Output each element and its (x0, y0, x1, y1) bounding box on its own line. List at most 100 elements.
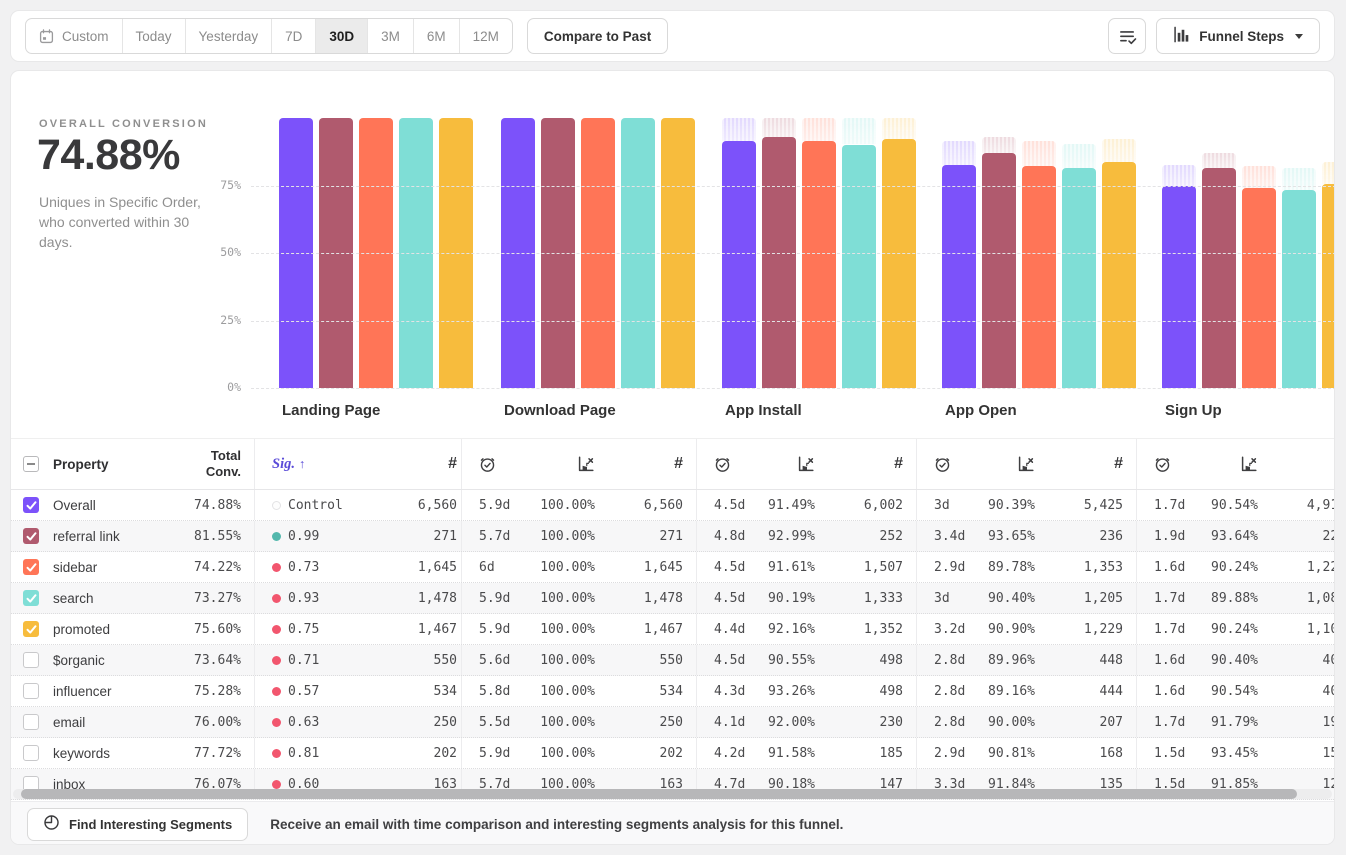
conversion-rate-value: 91.49% (766, 498, 815, 513)
conversion-chart-icon[interactable] (1240, 455, 1258, 473)
date-range-label: Yesterday (199, 29, 259, 44)
y-tick-label: 50% (181, 245, 241, 259)
converted-count-value: 448 (1051, 653, 1123, 668)
segment-checkbox[interactable] (23, 590, 39, 606)
property-name[interactable]: Overall (53, 498, 194, 513)
conversion-chart-icon[interactable] (1017, 455, 1035, 473)
funnel-chart: OVERALL CONVERSION 74.88% Uniques in Spe… (11, 71, 1335, 438)
gridline-75% (251, 186, 1335, 187)
step-3-cells: 4.5d91.49%6,002 (696, 490, 916, 520)
step-5-cells: 1.6d90.40%405 (1136, 645, 1335, 675)
avg-time-value: 5.9d (479, 622, 531, 637)
horizontal-scrollbar-thumb[interactable] (21, 789, 1297, 799)
date-range-today[interactable]: Today (123, 19, 186, 53)
property-name[interactable]: sidebar (53, 560, 194, 575)
property-name[interactable]: referral link (53, 529, 194, 544)
funnel-bar-promoted-step3[interactable] (882, 139, 916, 388)
clock-check-icon[interactable] (1154, 456, 1171, 473)
segment-checkbox[interactable] (23, 621, 39, 637)
count-column-header[interactable]: # (831, 455, 903, 473)
property-name[interactable]: search (53, 591, 194, 606)
clock-check-icon[interactable] (934, 456, 951, 473)
conversion-rate-value: 89.78% (986, 560, 1035, 575)
count-column-header[interactable]: # (1051, 455, 1123, 473)
avg-time-value: 3.2d (934, 622, 986, 637)
count-column-header[interactable]: # (1274, 455, 1335, 473)
avg-time-value: 2.8d (934, 715, 986, 730)
toolbar-right: Funnel Steps (1108, 18, 1320, 54)
funnel-bar-referral-link-step4[interactable] (982, 153, 1016, 388)
conversion-rate-value: 90.40% (1206, 653, 1258, 668)
funnel-bar-promoted-step4[interactable] (1102, 162, 1136, 388)
segment-checkbox[interactable] (23, 652, 39, 668)
property-name[interactable]: influencer (53, 684, 194, 699)
property-column-header[interactable]: Property (53, 457, 193, 472)
segment-checkbox[interactable] (23, 528, 39, 544)
conversion-rate-value: 90.19% (766, 591, 815, 606)
date-range-yesterday[interactable]: Yesterday (186, 19, 273, 53)
chart-type-dropdown[interactable]: Funnel Steps (1156, 18, 1320, 54)
total-conv-column-header[interactable]: Total Conv. (193, 448, 241, 481)
find-interesting-segments-button[interactable]: Find Interesting Segments (27, 808, 248, 841)
compare-to-past-button[interactable]: Compare to Past (527, 18, 668, 54)
funnel-bar-search-step4[interactable] (1062, 168, 1096, 388)
avg-time-value: 1.7d (1154, 498, 1206, 513)
funnel-bar-Overall-step5[interactable] (1162, 186, 1196, 388)
select-all-checkbox[interactable] (23, 456, 39, 472)
funnel-bar-sidebar-step4[interactable] (1022, 166, 1056, 388)
funnel-bar-cap (1322, 162, 1335, 184)
report-options-button[interactable] (1108, 18, 1146, 54)
segment-checkbox[interactable] (23, 683, 39, 699)
funnel-bar-search-step3[interactable] (842, 145, 876, 389)
date-range-7d[interactable]: 7D (272, 19, 316, 53)
avg-time-value: 4.2d (714, 746, 766, 761)
funnel-bar-search-step5[interactable] (1282, 190, 1316, 388)
date-range-6m[interactable]: 6M (414, 19, 460, 53)
date-range-picker: CustomToday Yesterday 7D30D3M6M12M (25, 18, 513, 54)
clock-check-icon[interactable] (479, 456, 496, 473)
date-range-12m[interactable]: 12M (460, 19, 512, 53)
segment-checkbox[interactable] (23, 559, 39, 575)
date-range-30d[interactable]: 30D (316, 19, 368, 53)
property-name[interactable]: $organic (53, 653, 194, 668)
property-name[interactable]: promoted (53, 622, 194, 637)
conversion-rate-value: 100.00% (531, 591, 595, 606)
funnel-bar-referral-link-step5[interactable] (1202, 168, 1236, 388)
count-column-header[interactable]: # (611, 455, 683, 473)
segment-checkbox[interactable] (23, 714, 39, 730)
avg-time-value: 2.8d (934, 684, 986, 699)
step-5-cells: 1.6d90.24%1,221 (1136, 552, 1335, 582)
conversion-rate-value: 100.00% (531, 684, 595, 699)
funnel-bar-Overall-step3[interactable] (722, 141, 756, 388)
funnel-bar-Overall-step4[interactable] (942, 165, 976, 388)
conversion-chart-icon[interactable] (577, 455, 595, 473)
funnel-bar-promoted-step5[interactable] (1322, 184, 1335, 388)
property-name[interactable]: email (53, 715, 194, 730)
conversion-rate-value: 92.99% (766, 529, 815, 544)
sig-value: 0.63 (288, 715, 319, 730)
funnel-bar-sidebar-step3[interactable] (802, 141, 836, 388)
step-1-count: 6,560 (418, 498, 457, 513)
horizontal-scrollbar-track[interactable] (13, 789, 1332, 799)
sig-dot-negative (272, 656, 281, 665)
step-2-cells: 5.8d100.00%534 (461, 676, 696, 706)
count-column-header[interactable]: # (448, 455, 457, 473)
date-range-3m[interactable]: 3M (368, 19, 414, 53)
conversion-chart-icon[interactable] (797, 455, 815, 473)
converted-count-value: 1,333 (831, 591, 903, 606)
list-check-icon (1118, 27, 1137, 46)
property-name[interactable]: keywords (53, 746, 194, 761)
segment-checkbox[interactable] (23, 745, 39, 761)
segment-checkbox[interactable] (23, 497, 39, 513)
conversion-rate-value: 92.00% (766, 715, 815, 730)
sig-column-header[interactable]: Sig. (272, 456, 295, 473)
date-range-custom[interactable]: Custom (26, 19, 123, 53)
significance-header-section: Sig. ↑ # (254, 439, 461, 489)
converted-count-value: 207 (1051, 715, 1123, 730)
funnel-bar-sidebar-step5[interactable] (1242, 188, 1276, 388)
step-2-cells: 5.9d100.00%1,478 (461, 583, 696, 613)
step-2-cells: 5.9d100.00%202 (461, 738, 696, 768)
clock-check-icon[interactable] (714, 456, 731, 473)
step-2-cells: 5.9d100.00%6,560 (461, 490, 696, 520)
funnel-bar-referral-link-step3[interactable] (762, 137, 796, 388)
